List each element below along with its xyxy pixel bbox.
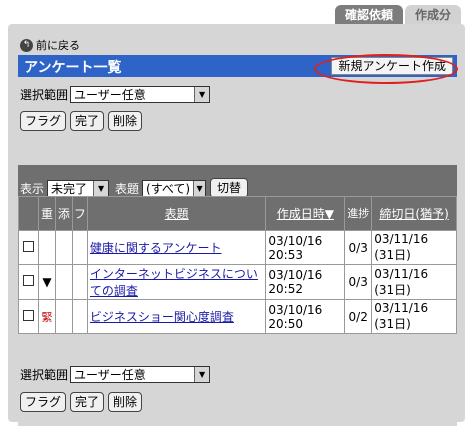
deadline-grace: (31日)	[374, 282, 411, 297]
range-label: 選択範囲	[20, 368, 69, 382]
created-cell: 03/10/16 20:52	[265, 264, 346, 300]
flag-cell	[71, 264, 88, 300]
created-time: 20:52	[268, 282, 303, 296]
created-date: 03/10/16	[268, 302, 323, 317]
subject-column-header[interactable]: 表題	[86, 196, 267, 231]
action-buttons-bottom: フラグ 完了 削除	[20, 392, 146, 412]
done-button[interactable]: 完了	[70, 111, 105, 131]
created-time: 20:50	[268, 316, 303, 331]
attach-cell	[54, 299, 73, 334]
subject-cell: インターネットビジネスについての調査	[86, 264, 267, 300]
subject-link[interactable]: ビジネスショー関心度調査	[90, 310, 234, 324]
deadline-grace: (31日)	[374, 248, 411, 262]
chevron-down-icon: ▼	[194, 87, 210, 102]
created-date: 03/10/16	[268, 233, 323, 248]
row-checkbox-cell	[18, 299, 39, 334]
new-survey-button[interactable]: 新規アンケート作成	[314, 54, 458, 84]
table-row: ▼ インターネットビジネスについての調査 03/10/16 20:52 0/3 0…	[18, 264, 457, 300]
urgent-badge: 緊	[37, 299, 56, 334]
main-panel: ↰ 前に戻る アンケート一覧 新規アンケート作成 選択範囲 ユーザー任意 ▼ フ…	[8, 24, 465, 426]
created-column-header[interactable]: 作成日時▼	[265, 196, 346, 231]
subject-link[interactable]: インターネットビジネスについての調査	[90, 267, 258, 298]
flag-cell	[71, 230, 88, 265]
deadline-grace: (31日)	[374, 317, 411, 331]
deadline-date: 03/11/16	[374, 266, 429, 281]
range-select-value: ユーザー任意	[74, 88, 146, 102]
action-buttons-top: フラグ 完了 削除	[20, 111, 146, 131]
show-select-value: 未完了	[51, 181, 88, 196]
range-row-top: 選択範囲 ユーザー任意 ▼	[20, 86, 211, 103]
row-checkbox[interactable]	[22, 275, 34, 286]
deadline-cell: 03/11/16 (31日)	[371, 264, 457, 300]
subject-select[interactable]: (すべて) ▼	[142, 179, 207, 197]
importance-down-icon: ▼	[37, 264, 56, 300]
delete-button[interactable]: 削除	[108, 392, 143, 412]
tab-bar: 確認依頼 作成分	[333, 5, 461, 25]
chevron-down-icon: ▼	[93, 180, 109, 196]
done-button[interactable]: 完了	[70, 392, 105, 412]
created-date: 03/10/16	[268, 268, 323, 282]
table-header-row: 重 添 フ 表題 作成日時▼ 進捗 締切日(猶予)	[18, 196, 457, 231]
importance-column-header: 重	[37, 196, 56, 231]
importance-cell	[37, 230, 56, 265]
created-time: 20:53	[268, 247, 303, 262]
subject-cell: 健康に関するアンケート	[86, 230, 267, 265]
attach-cell	[54, 264, 73, 300]
survey-table: 重 添 フ 表題 作成日時▼ 進捗 締切日(猶予) 健康に関するアンケート 03…	[18, 196, 457, 334]
tab-confirmation-request[interactable]: 確認依頼	[334, 5, 403, 25]
page-title: アンケート一覧	[24, 60, 122, 76]
title-bar: アンケート一覧 新規アンケート作成	[18, 54, 458, 84]
flag-button[interactable]: フラグ	[20, 111, 67, 131]
table-row: 緊 ビジネスショー関心度調査 03/10/16 20:50 0/2 03/11/1…	[18, 299, 457, 334]
flag-cell	[71, 299, 88, 334]
created-cell: 03/10/16 20:50	[265, 299, 346, 334]
flag-button[interactable]: フラグ	[20, 392, 67, 412]
chevron-down-icon: ▼	[193, 180, 206, 196]
progress-cell: 0/3	[344, 230, 373, 265]
row-checkbox[interactable]	[22, 240, 34, 252]
deadline-cell: 03/11/16 (31日)	[371, 299, 457, 334]
show-label: 表示	[20, 181, 45, 196]
highlight-circle	[314, 54, 458, 84]
subject-link[interactable]: 健康に関するアンケート	[90, 241, 222, 255]
bottom-panel: 選択範囲 ユーザー任意 ▼ フラグ 完了 削除	[18, 366, 457, 426]
select-column-header	[18, 196, 39, 231]
range-select[interactable]: ユーザー任意 ▼	[70, 86, 211, 103]
subject-cell: ビジネスショー関心度調査	[86, 299, 267, 334]
filter-row: 表示 未完了 ▼ 表題 (すべて) ▼ 切替	[20, 178, 249, 198]
progress-cell: 0/2	[344, 299, 373, 334]
created-cell: 03/10/16 20:53	[265, 230, 346, 265]
row-checkbox[interactable]	[22, 309, 34, 321]
attach-cell	[54, 230, 73, 265]
switch-button[interactable]: 切替	[210, 178, 249, 198]
tab-created[interactable]: 作成分	[404, 5, 461, 25]
range-select-bottom[interactable]: ユーザー任意 ▼	[70, 366, 211, 383]
row-checkbox-cell	[18, 230, 39, 265]
deadline-cell: 03/11/16 (31日)	[371, 230, 457, 265]
subject-filter-label: 表題	[115, 181, 140, 196]
deadline-column-header[interactable]: 締切日(猶予)	[371, 196, 457, 231]
range-select-value: ユーザー任意	[74, 368, 146, 382]
row-checkbox-cell	[18, 264, 39, 300]
range-label: 選択範囲	[20, 88, 69, 102]
subject-select-value: (すべて)	[146, 181, 191, 196]
progress-cell: 0/3	[344, 264, 373, 300]
chevron-down-icon: ▼	[194, 367, 210, 382]
show-select[interactable]: 未完了 ▼	[47, 179, 110, 197]
back-link[interactable]: ↰ 前に戻る	[20, 37, 80, 53]
flag-column-header: フ	[71, 196, 88, 231]
back-arrow-icon: ↰	[20, 38, 33, 52]
progress-column-header: 進捗	[344, 196, 373, 231]
delete-button[interactable]: 削除	[108, 111, 143, 131]
attach-column-header: 添	[54, 196, 73, 231]
back-label: 前に戻る	[36, 39, 80, 52]
table-row: 健康に関するアンケート 03/10/16 20:53 0/3 03/11/16 (3…	[18, 230, 457, 265]
deadline-date: 03/11/16	[374, 232, 429, 246]
range-row-bottom: 選択範囲 ユーザー任意 ▼	[20, 366, 211, 383]
deadline-date: 03/11/16	[374, 301, 429, 315]
